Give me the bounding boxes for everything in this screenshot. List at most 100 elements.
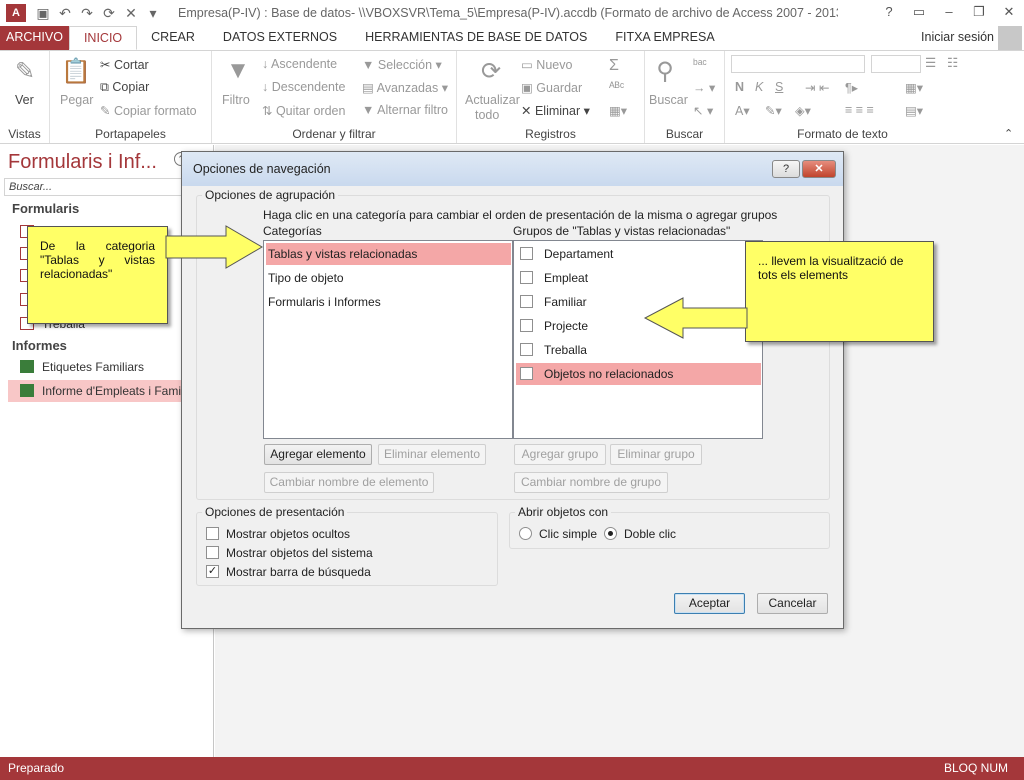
list-item[interactable]: Objetos no relacionados bbox=[516, 363, 761, 385]
report-icon bbox=[20, 384, 34, 397]
delete-item-button[interactable]: Eliminar elemento bbox=[378, 444, 486, 465]
nav-group-informes[interactable]: Informes bbox=[12, 338, 67, 353]
ribbon-display-icon[interactable]: ▭ bbox=[904, 0, 934, 24]
avatar[interactable] bbox=[998, 26, 1022, 50]
close-window-icon[interactable]: ✕ bbox=[994, 0, 1024, 24]
rename-item-button[interactable]: Cambiar nombre de elemento bbox=[264, 472, 434, 493]
actualizar-button[interactable]: Actualizar bbox=[465, 93, 520, 107]
cortar-label: Cortar bbox=[113, 58, 149, 72]
list-item[interactable]: Tablas y vistas relacionadas bbox=[266, 243, 511, 265]
show-search-bar-checkbox[interactable]: ✓ bbox=[206, 565, 219, 578]
access-app-icon[interactable]: A bbox=[6, 4, 26, 22]
goto-icon[interactable]: → ▾ bbox=[693, 80, 715, 95]
group-checkbox[interactable] bbox=[520, 295, 533, 308]
ltr-icon[interactable]: ¶▸ bbox=[845, 80, 858, 95]
undo-icon[interactable]: ↶ bbox=[54, 5, 76, 22]
tab-datos-externos[interactable]: DATOS EXTERNOS bbox=[209, 26, 351, 50]
help-icon[interactable]: ? bbox=[874, 0, 904, 24]
tab-herramientas[interactable]: HERRAMIENTAS DE BASE DE DATOS bbox=[351, 26, 601, 50]
replace-icon[interactable]: ᵇᵃᶜ bbox=[693, 57, 707, 71]
restore-icon[interactable]: ❐ bbox=[964, 0, 994, 24]
nav-search-input[interactable]: Buscar... bbox=[4, 178, 210, 196]
highlight-icon[interactable]: ✎▾ bbox=[765, 103, 782, 118]
eliminar-button[interactable]: ✕ Eliminar ▾ bbox=[521, 103, 590, 118]
filtro-button[interactable]: Filtro bbox=[222, 93, 250, 107]
list-item[interactable]: Empleat bbox=[516, 267, 761, 289]
italic-icon[interactable]: K bbox=[755, 80, 763, 94]
cortar-button[interactable]: ✂ Cortar bbox=[100, 57, 149, 72]
avanzadas-button[interactable]: ▤ Avanzadas ▾ bbox=[362, 80, 448, 95]
ascendente-button[interactable]: ↓ Ascendente bbox=[262, 57, 337, 71]
select-icon[interactable]: ↖ ▾ bbox=[693, 103, 713, 118]
bold-icon[interactable]: N bbox=[735, 80, 744, 94]
buscar-button[interactable]: Buscar bbox=[649, 93, 688, 107]
list-item[interactable]: Treballa bbox=[516, 339, 761, 361]
list-item-label: Objetos no relacionados bbox=[544, 367, 674, 381]
nuevo-button[interactable]: ▭ Nuevo bbox=[521, 57, 572, 72]
collapse-ribbon-icon[interactable]: ⌃ bbox=[1004, 127, 1013, 140]
bullets-icon[interactable]: ☰ bbox=[925, 55, 936, 70]
group-checkbox[interactable] bbox=[520, 247, 533, 260]
totals-icon[interactable]: Σ bbox=[609, 57, 619, 75]
dialog-help-button[interactable]: ? bbox=[772, 160, 800, 178]
single-click-radio[interactable] bbox=[519, 527, 532, 540]
group-checkbox[interactable] bbox=[520, 271, 533, 284]
fill-icon[interactable]: ◈▾ bbox=[795, 103, 811, 118]
delete-group-button[interactable]: Eliminar grupo bbox=[610, 444, 702, 465]
dialog-close-button[interactable]: ✕ bbox=[802, 160, 836, 178]
close-object-icon[interactable]: ✕ bbox=[120, 5, 142, 22]
nav-pane-title[interactable]: Formularis i Inf... bbox=[8, 151, 157, 174]
group-checkbox[interactable] bbox=[520, 367, 533, 380]
save-record-icon: ▣ bbox=[521, 81, 537, 95]
seleccion-button[interactable]: ▼ Selección ▾ bbox=[362, 57, 442, 72]
nuevo-label: Nuevo bbox=[536, 58, 573, 72]
save-icon[interactable]: ▣ bbox=[32, 5, 54, 22]
format-painter-icon: ✎ bbox=[100, 104, 114, 118]
cancel-button[interactable]: Cancelar bbox=[757, 593, 828, 614]
show-hidden-checkbox[interactable] bbox=[206, 527, 219, 540]
pegar-button[interactable]: Pegar bbox=[60, 93, 93, 107]
underline-icon[interactable]: S bbox=[775, 80, 783, 94]
font-color-icon[interactable]: A▾ bbox=[735, 103, 750, 118]
group-checkbox[interactable] bbox=[520, 319, 533, 332]
list-item[interactable]: Formularis i Informes bbox=[266, 291, 511, 313]
sign-in-link[interactable]: Iniciar sesión bbox=[921, 30, 994, 44]
tab-fitxa-empresa[interactable]: FITXA EMPRESA bbox=[601, 26, 728, 50]
font-name-select[interactable] bbox=[731, 55, 865, 73]
quick-access-toolbar: A ▣ ↶ ↷ ⟳ ✕ ▾ bbox=[0, 4, 164, 22]
double-click-radio[interactable] bbox=[604, 527, 617, 540]
ver-button[interactable]: Ver bbox=[15, 93, 34, 107]
tab-inicio[interactable]: INICIO bbox=[68, 26, 138, 50]
rename-group-button[interactable]: Cambiar nombre de grupo bbox=[514, 472, 668, 493]
group-checkbox[interactable] bbox=[520, 343, 533, 356]
alternar-filtro-button[interactable]: ▼ Alternar filtro bbox=[362, 103, 448, 117]
redo-icon[interactable]: ↷ bbox=[76, 5, 98, 22]
copiar-label: Copiar bbox=[112, 80, 150, 94]
minimize-icon[interactable]: – bbox=[934, 0, 964, 24]
copiar-button[interactable]: ⧉ Copiar bbox=[100, 80, 149, 95]
tab-crear[interactable]: CREAR bbox=[137, 26, 209, 50]
font-size-select[interactable] bbox=[871, 55, 921, 73]
selection-icon: ▼ bbox=[362, 58, 378, 72]
indent-icon[interactable]: ⇥ ⇤ bbox=[805, 80, 829, 95]
copiar-formato-button[interactable]: ✎ Copiar formato bbox=[100, 103, 197, 118]
quitar-orden-button[interactable]: ⇅ Quitar orden bbox=[262, 103, 345, 118]
more-icon[interactable]: ▦▾ bbox=[609, 103, 627, 118]
align-icons[interactable]: ≡ ≡ ≡ bbox=[845, 103, 874, 117]
add-group-button[interactable]: Agregar grupo bbox=[514, 444, 606, 465]
show-system-checkbox[interactable] bbox=[206, 546, 219, 559]
list-item[interactable]: Tipo de objeto bbox=[266, 267, 511, 289]
add-item-button[interactable]: Agregar elemento bbox=[264, 444, 372, 465]
ok-button[interactable]: Aceptar bbox=[674, 593, 745, 614]
numbering-icon[interactable]: ☷ bbox=[947, 55, 958, 70]
descendente-button[interactable]: ↓ Descendente bbox=[262, 80, 345, 94]
list-item[interactable]: Departament bbox=[516, 243, 761, 265]
guardar-button[interactable]: ▣ Guardar bbox=[521, 80, 582, 95]
tab-archivo[interactable]: ARCHIVO bbox=[0, 26, 69, 50]
nav-group-formularis[interactable]: Formularis bbox=[12, 201, 79, 216]
gridlines-icon[interactable]: ▦▾ bbox=[905, 80, 923, 95]
refresh-icon[interactable]: ⟳ bbox=[98, 5, 120, 22]
spelling-icon[interactable]: ᴬᴮᶜ bbox=[609, 80, 624, 94]
customize-qat-icon[interactable]: ▾ bbox=[142, 5, 164, 22]
alt-row-color-icon[interactable]: ▤▾ bbox=[905, 103, 923, 118]
